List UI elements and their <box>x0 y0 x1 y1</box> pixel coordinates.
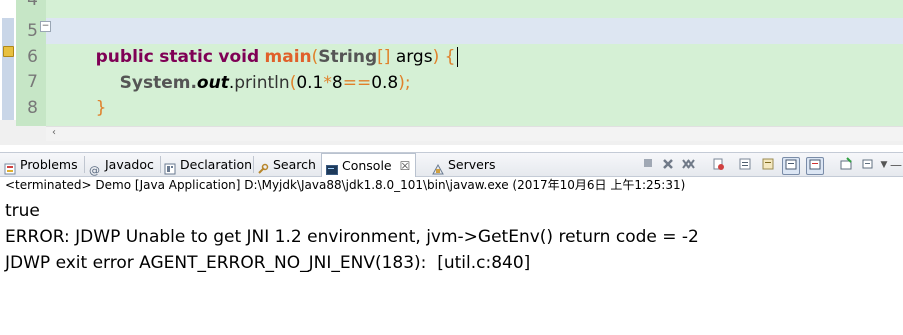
brace: } <box>95 98 107 118</box>
tab-separator <box>84 156 85 173</box>
tab-separator <box>253 156 254 173</box>
word-wrap-icon[interactable] <box>760 157 776 173</box>
remove-all-launches-icon[interactable] <box>680 157 696 173</box>
tab-label: Declaration <box>180 157 253 172</box>
line-number: 8 <box>27 98 38 118</box>
code-line-7[interactable]: } <box>74 69 107 118</box>
number-literal: 0.1 <box>296 73 324 93</box>
operator: == <box>342 73 372 93</box>
console-panel: Problems @ Javadoc Declaration Search Con… <box>0 152 903 335</box>
code-line-5[interactable]: public static void main(String[] args) { <box>74 18 459 67</box>
tab-servers[interactable]: Servers <box>432 153 496 176</box>
show-on-stdout-icon[interactable] <box>782 157 800 175</box>
tab-label: Javadoc <box>105 157 154 172</box>
scroll-left-icon[interactable]: ‹ <box>52 127 56 138</box>
tab-javadoc[interactable]: @ Javadoc <box>89 153 154 177</box>
brace: { <box>439 47 456 67</box>
tab-label: Search <box>273 157 316 172</box>
tab-declaration[interactable]: Declaration <box>164 153 252 176</box>
stop-icon[interactable] <box>640 157 656 173</box>
console-output[interactable]: true ERROR: JDWP Unable to get JNI 1.2 en… <box>5 198 699 276</box>
javadoc-icon: @ <box>89 163 100 177</box>
number-literal: 8 <box>331 73 343 93</box>
output-line: ERROR: JDWP Unable to get JNI 1.2 enviro… <box>5 227 699 247</box>
text-cursor <box>457 47 459 67</box>
tab-label: Servers <box>448 157 496 172</box>
close-icon[interactable]: ☒ <box>400 159 411 173</box>
horizontal-scrollbar[interactable]: ‹ <box>46 126 903 141</box>
output-line: true <box>5 201 40 221</box>
tab-separator <box>160 156 161 173</box>
line-number: 6 <box>27 47 38 67</box>
minimize-icon[interactable]: — <box>888 157 903 173</box>
launch-status: <terminated> Demo [Java Application] D:\… <box>5 178 686 192</box>
line-number: 7 <box>27 72 38 92</box>
code-editor[interactable]: 4 5 6 7 8 − public static void main(Stri… <box>0 0 903 145</box>
number-literal: 0.8 <box>371 73 399 93</box>
annotation-bar <box>2 18 14 120</box>
search-icon <box>257 159 269 174</box>
remove-launch-icon[interactable] <box>660 157 676 173</box>
output-line: JDWP exit error AGENT_ERROR_NO_JNI_ENV(1… <box>5 253 531 273</box>
console-icon <box>326 160 338 175</box>
tab-label: Console <box>342 158 392 173</box>
tab-search[interactable]: Search <box>257 153 316 176</box>
line-number: 5 <box>27 21 38 41</box>
code-line-6[interactable]: System.out.println(0.1*8==0.8); <box>98 44 411 93</box>
display-console-icon[interactable] <box>860 157 876 173</box>
paren: ); <box>398 73 411 93</box>
fold-collapse-icon[interactable]: − <box>40 21 51 32</box>
operator: * <box>323 73 332 93</box>
pin-console-icon[interactable] <box>838 157 854 173</box>
clear-console-icon[interactable] <box>710 157 726 173</box>
servers-icon <box>432 159 444 174</box>
method-call: println <box>234 73 290 93</box>
declaration-icon <box>164 159 176 174</box>
line-number: 4 <box>27 0 38 10</box>
class-name: System. <box>119 73 197 93</box>
view-tab-bar: Problems @ Javadoc Declaration Search Con… <box>0 153 903 177</box>
field-name: out <box>196 73 229 93</box>
tab-console[interactable]: Console ☒ <box>321 153 417 177</box>
problems-icon <box>4 159 16 174</box>
show-on-stderr-icon[interactable] <box>806 157 824 175</box>
warning-icon[interactable] <box>3 46 14 57</box>
tab-problems[interactable]: Problems <box>4 153 78 176</box>
scroll-lock-icon[interactable] <box>737 157 753 173</box>
tab-label: Problems <box>20 157 78 172</box>
